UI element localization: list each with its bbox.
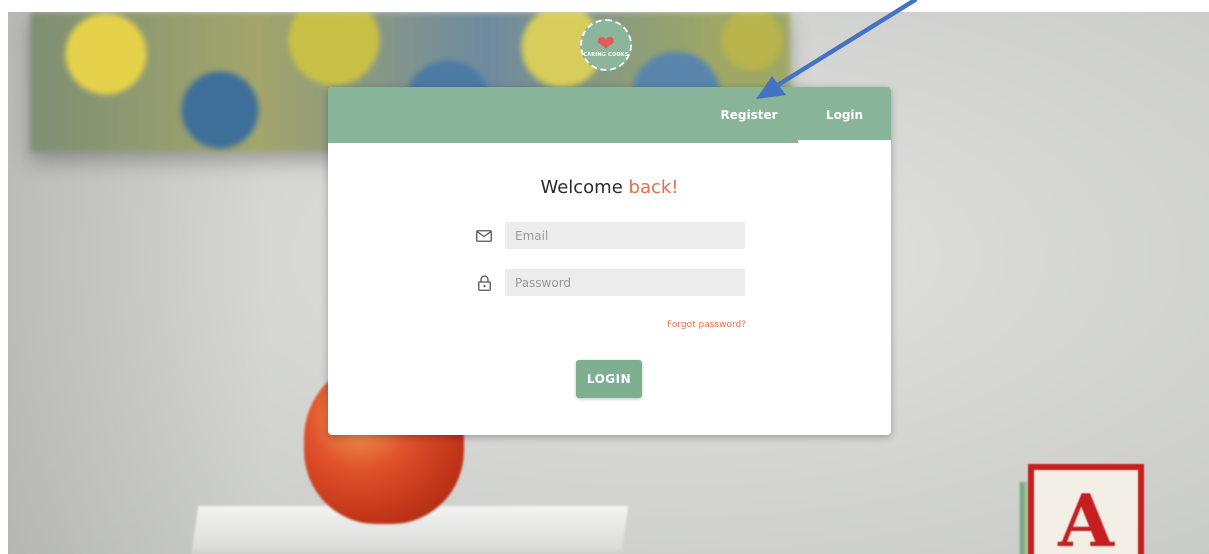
- email-row: [476, 222, 745, 249]
- tab-register[interactable]: Register: [714, 87, 784, 143]
- logo-text: CARING COOKS: [583, 52, 629, 58]
- lock-icon: [476, 274, 492, 291]
- tab-login[interactable]: Login: [798, 87, 891, 143]
- login-button[interactable]: LOGIN: [576, 360, 642, 398]
- caring-cooks-logo: ❤ CARING COOKS: [580, 19, 632, 71]
- welcome-text: Welcome: [540, 177, 623, 198]
- password-row: [476, 269, 745, 296]
- welcome-accent: back!: [628, 177, 679, 198]
- password-field[interactable]: [505, 269, 745, 296]
- active-tab-indicator: [798, 140, 891, 143]
- background-letter-block: A: [1028, 464, 1144, 554]
- forgot-password-link[interactable]: Forgot password?: [667, 320, 746, 330]
- login-card: Register Login Welcome back! Forgot pass…: [328, 87, 891, 435]
- card-header: Register Login: [328, 87, 891, 143]
- envelope-icon: [476, 228, 492, 244]
- welcome-heading: Welcome back!: [328, 177, 891, 198]
- email-field[interactable]: [505, 222, 745, 249]
- block-letter: A: [1058, 478, 1114, 554]
